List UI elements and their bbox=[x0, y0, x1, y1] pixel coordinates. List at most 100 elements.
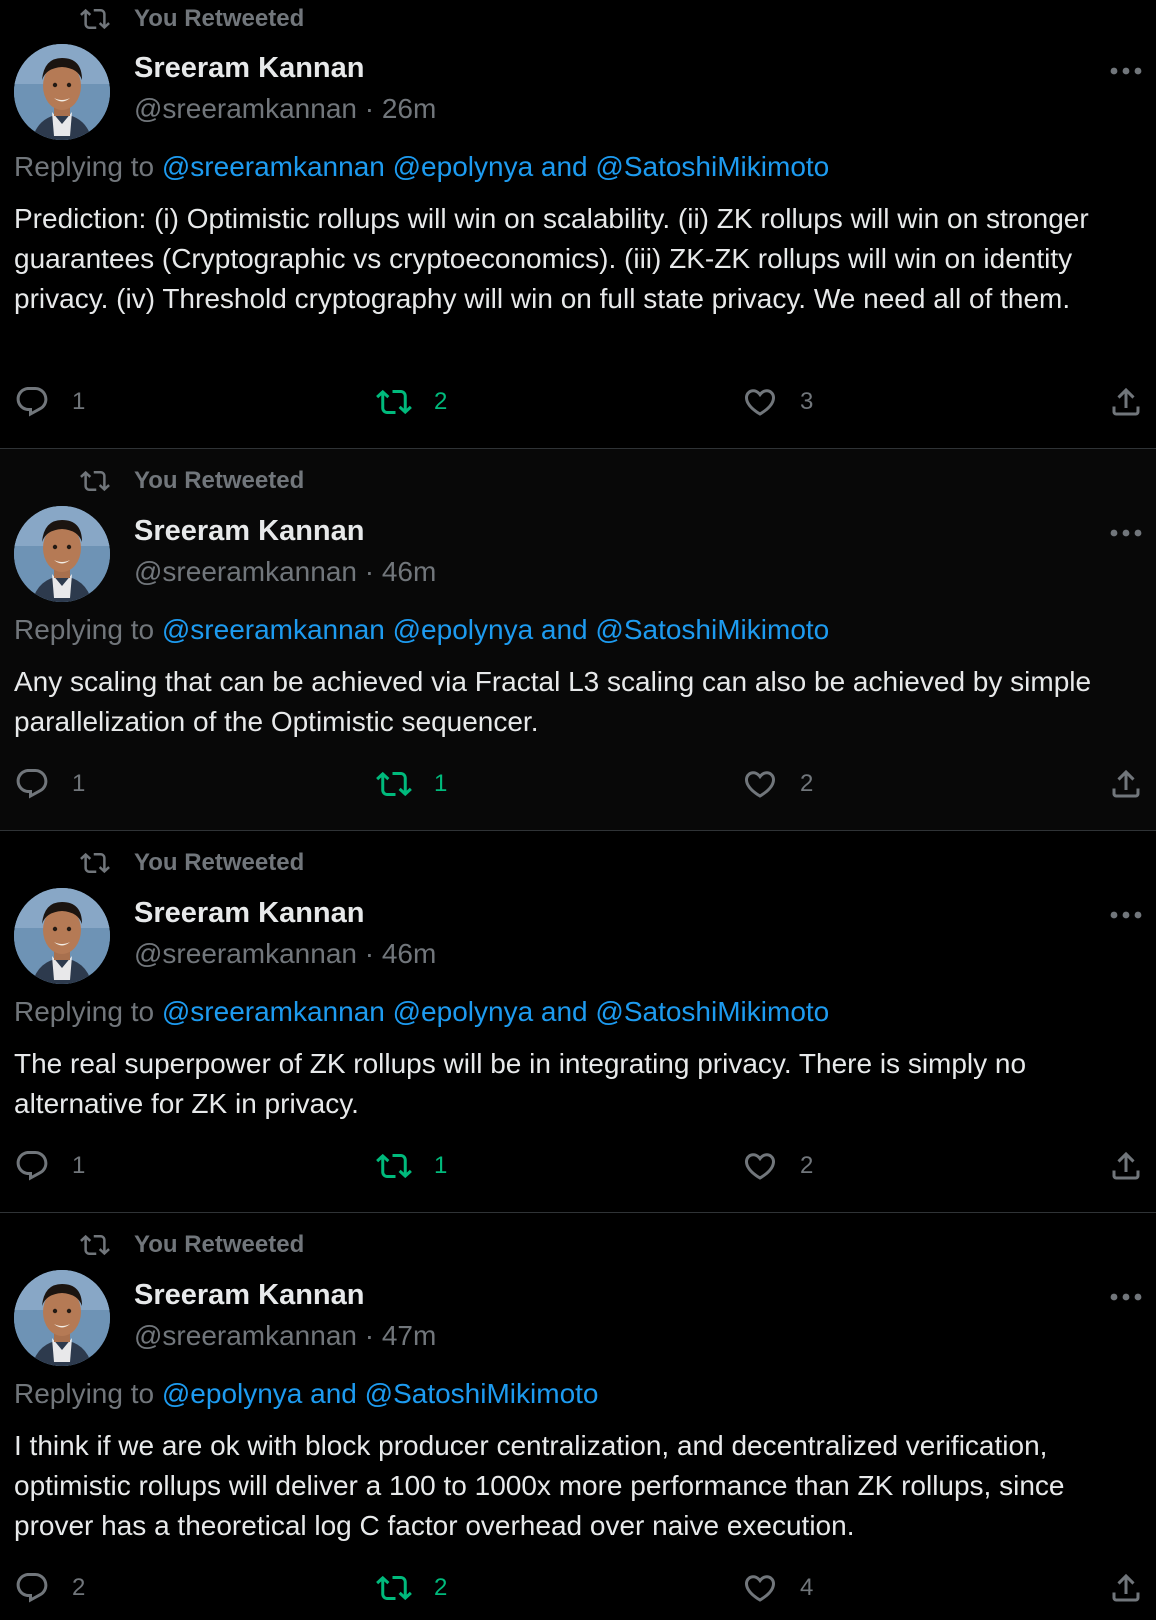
author-name[interactable]: Sreeram Kannan bbox=[134, 1279, 365, 1312]
share-icon bbox=[1112, 387, 1140, 416]
like-button[interactable]: 3 bbox=[742, 384, 813, 420]
handle-time[interactable]: @sreeramkannan · 47m bbox=[134, 1320, 436, 1352]
retweet-label: You Retweeted bbox=[134, 1231, 305, 1258]
retweet-icon bbox=[80, 8, 110, 30]
retweet-button[interactable]: 2 bbox=[376, 384, 447, 420]
like-count: 2 bbox=[800, 770, 814, 797]
author-name[interactable]: Sreeram Kannan bbox=[134, 515, 365, 548]
reply-count: 1 bbox=[72, 1152, 86, 1179]
retweet-icon bbox=[80, 1234, 110, 1256]
heart-icon bbox=[744, 1575, 776, 1602]
retweet-button[interactable]: 1 bbox=[376, 766, 447, 802]
retweet-icon bbox=[376, 389, 412, 415]
like-button[interactable]: 4 bbox=[742, 1570, 813, 1606]
retweet-icon bbox=[80, 470, 110, 492]
handle-time[interactable]: @sreeramkannan · 46m bbox=[134, 556, 436, 588]
reply-button[interactable]: 1 bbox=[14, 384, 85, 420]
reply-icon bbox=[16, 1573, 48, 1603]
like-button[interactable]: 2 bbox=[742, 1148, 813, 1184]
more-icon bbox=[1110, 67, 1142, 75]
handle-time[interactable]: @sreeramkannan · 26m bbox=[134, 93, 436, 125]
retweet-icon bbox=[376, 771, 412, 797]
tweet-actions: 1 1 2 bbox=[0, 1148, 1156, 1188]
more-options-button[interactable] bbox=[1108, 56, 1144, 86]
heart-icon bbox=[744, 1153, 776, 1180]
tweet-actions: 1 2 3 bbox=[0, 384, 1156, 424]
share-button[interactable] bbox=[1108, 384, 1144, 420]
tweet-text: Any scaling that can be achieved via Fra… bbox=[14, 666, 1092, 737]
retweet-count: 2 bbox=[434, 1574, 448, 1601]
reply-count: 1 bbox=[72, 388, 86, 415]
author-name[interactable]: Sreeram Kannan bbox=[134, 897, 365, 930]
more-icon bbox=[1110, 1293, 1142, 1301]
avatar[interactable] bbox=[14, 888, 110, 984]
retweet-label: You Retweeted bbox=[134, 849, 305, 876]
like-count: 3 bbox=[800, 388, 814, 415]
retweet-context: You Retweeted bbox=[80, 1230, 304, 1260]
tweet-actions: 2 2 4 bbox=[0, 1570, 1156, 1610]
replying-prefix: Replying to bbox=[14, 1378, 162, 1409]
reply-icon bbox=[16, 1151, 48, 1181]
reply-mentions[interactable]: @sreeramkannan @epolynya and @SatoshiMik… bbox=[162, 996, 829, 1027]
retweet-icon bbox=[80, 852, 110, 874]
reply-mentions[interactable]: @epolynya and @SatoshiMikimoto bbox=[162, 1378, 599, 1409]
replying-to: Replying to @sreeramkannan @epolynya and… bbox=[14, 151, 829, 183]
retweet-button[interactable]: 2 bbox=[376, 1570, 447, 1606]
more-options-button[interactable] bbox=[1108, 900, 1144, 930]
retweet-count: 1 bbox=[434, 770, 448, 797]
more-icon bbox=[1110, 911, 1142, 919]
retweet-button[interactable]: 1 bbox=[376, 1148, 447, 1184]
retweet-label: You Retweeted bbox=[134, 5, 305, 32]
share-icon bbox=[1112, 1573, 1140, 1602]
heart-icon bbox=[744, 389, 776, 416]
replying-to: Replying to @epolynya and @SatoshiMikimo… bbox=[14, 1378, 599, 1410]
more-options-button[interactable] bbox=[1108, 518, 1144, 548]
tweet[interactable]: You Retweeted Sreeram Kannan @sreeramkan… bbox=[0, 449, 1156, 831]
tweet-text: The real superpower of ZK rollups will b… bbox=[14, 1048, 1027, 1119]
tweet-text: I think if we are ok with block producer… bbox=[14, 1430, 1065, 1541]
reply-button[interactable]: 1 bbox=[14, 1148, 85, 1184]
tweet[interactable]: You Retweeted Sreeram Kannan @sreeramkan… bbox=[0, 0, 1156, 449]
handle-time[interactable]: @sreeramkannan · 46m bbox=[134, 938, 436, 970]
like-count: 4 bbox=[800, 1574, 814, 1601]
reply-button[interactable]: 2 bbox=[14, 1570, 85, 1606]
more-options-button[interactable] bbox=[1108, 1282, 1144, 1312]
reply-button[interactable]: 1 bbox=[14, 766, 85, 802]
retweet-label: You Retweeted bbox=[134, 467, 305, 494]
like-count: 2 bbox=[800, 1152, 814, 1179]
more-icon bbox=[1110, 529, 1142, 537]
reply-count: 2 bbox=[72, 1574, 86, 1601]
replying-to: Replying to @sreeramkannan @epolynya and… bbox=[14, 614, 829, 646]
tweet-actions: 1 1 2 bbox=[0, 766, 1156, 806]
share-button[interactable] bbox=[1108, 766, 1144, 802]
share-icon bbox=[1112, 1151, 1140, 1180]
share-button[interactable] bbox=[1108, 1148, 1144, 1184]
tweet[interactable]: You Retweeted Sreeram Kannan @sreeramkan… bbox=[0, 831, 1156, 1213]
retweet-icon bbox=[376, 1575, 412, 1601]
reply-mentions[interactable]: @sreeramkannan @epolynya and @SatoshiMik… bbox=[162, 151, 829, 182]
replying-prefix: Replying to bbox=[14, 996, 162, 1027]
reply-icon bbox=[16, 769, 48, 799]
tweet[interactable]: You Retweeted Sreeram Kannan @sreeramkan… bbox=[0, 1213, 1156, 1620]
heart-icon bbox=[744, 771, 776, 798]
author-name[interactable]: Sreeram Kannan bbox=[134, 52, 365, 85]
replying-prefix: Replying to bbox=[14, 151, 162, 182]
tweet-text: Prediction: (i) Optimistic rollups will … bbox=[14, 203, 1089, 314]
replying-prefix: Replying to bbox=[14, 614, 162, 645]
retweet-count: 2 bbox=[434, 388, 448, 415]
reply-mentions[interactable]: @sreeramkannan @epolynya and @SatoshiMik… bbox=[162, 614, 829, 645]
share-button[interactable] bbox=[1108, 1570, 1144, 1606]
retweet-count: 1 bbox=[434, 1152, 448, 1179]
share-icon bbox=[1112, 769, 1140, 798]
like-button[interactable]: 2 bbox=[742, 766, 813, 802]
retweet-context: You Retweeted bbox=[80, 466, 304, 496]
reply-icon bbox=[16, 387, 48, 417]
avatar[interactable] bbox=[14, 506, 110, 602]
reply-count: 1 bbox=[72, 770, 86, 797]
avatar[interactable] bbox=[14, 44, 110, 140]
retweet-context: You Retweeted bbox=[80, 848, 304, 878]
retweet-icon bbox=[376, 1153, 412, 1179]
retweet-context: You Retweeted bbox=[80, 4, 304, 34]
replying-to: Replying to @sreeramkannan @epolynya and… bbox=[14, 996, 829, 1028]
avatar[interactable] bbox=[14, 1270, 110, 1366]
